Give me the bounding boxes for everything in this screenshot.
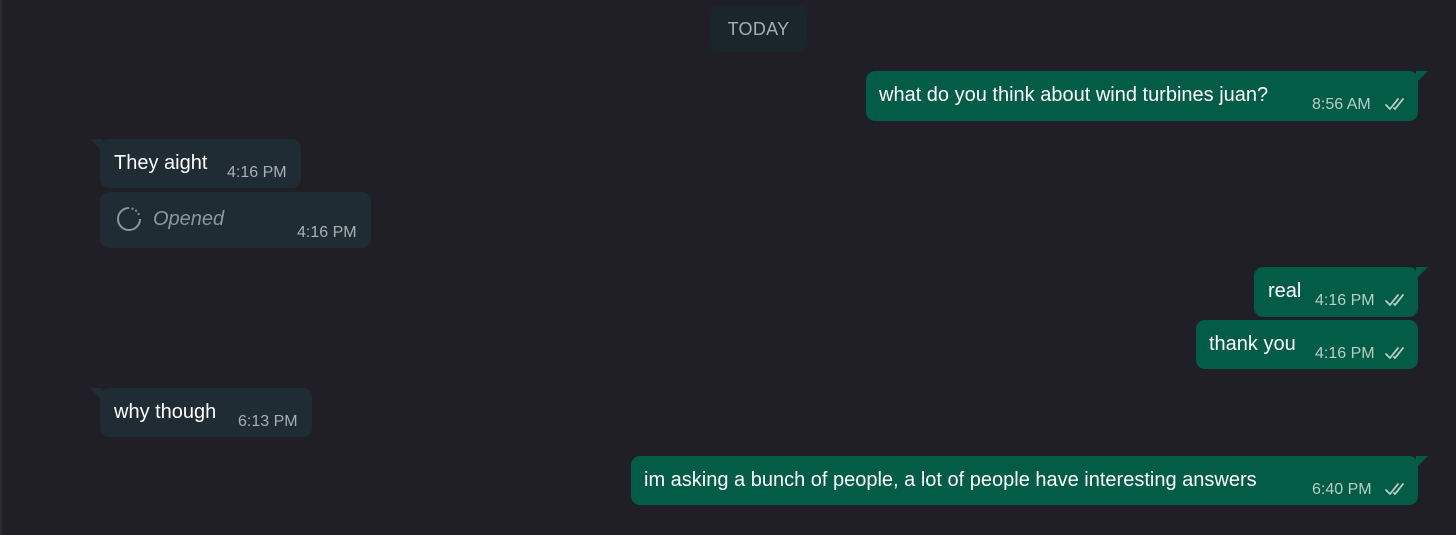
chat-conversation: TODAY what do you think about wind turbi… xyxy=(0,0,1456,535)
message-bubble-outgoing[interactable]: what do you think about wind turbines ju… xyxy=(866,71,1428,121)
bubble-tail xyxy=(1416,456,1428,468)
message-text: im asking a bunch of people, a lot of pe… xyxy=(644,469,1257,491)
message-time: 4:16 PM xyxy=(1315,292,1375,309)
panel-divider xyxy=(0,0,2,535)
message-time: 4:16 PM xyxy=(227,164,287,181)
bubble-tail xyxy=(90,388,102,400)
double-check-icon xyxy=(1385,294,1404,306)
message-text: why though xyxy=(114,401,217,423)
view-once-opened-icon xyxy=(117,207,141,231)
double-check-icon xyxy=(1385,347,1404,359)
message-time: 6:13 PM xyxy=(238,413,298,430)
message-time: 4:16 PM xyxy=(1315,345,1375,362)
message-bubble-outgoing[interactable]: thank you 4:16 PM xyxy=(1196,320,1418,369)
message-time: 6:40 PM xyxy=(1312,481,1372,498)
bubble-tail xyxy=(90,139,102,151)
message-text: what do you think about wind turbines ju… xyxy=(879,84,1269,106)
double-check-icon xyxy=(1385,98,1404,110)
view-once-bubble[interactable]: Opened 4:16 PM xyxy=(100,192,371,248)
message-text: They aight xyxy=(114,152,208,174)
message-bubble-outgoing[interactable]: real 4:16 PM xyxy=(1254,267,1428,317)
message-bubble-incoming[interactable]: They aight 4:16 PM xyxy=(90,139,301,188)
message-bubble-incoming[interactable]: why though 6:13 PM xyxy=(90,388,312,437)
bubble-tail xyxy=(1416,71,1428,83)
double-check-icon xyxy=(1385,483,1404,495)
message-time: 4:16 PM xyxy=(297,224,357,241)
message-time: 8:56 AM xyxy=(1312,96,1371,113)
bubble-tail xyxy=(1416,267,1428,279)
date-separator: TODAY xyxy=(710,6,807,52)
message-text: real xyxy=(1268,280,1302,302)
message-text: thank you xyxy=(1209,333,1296,355)
message-bubble-outgoing[interactable]: im asking a bunch of people, a lot of pe… xyxy=(631,456,1428,505)
view-once-status: Opened xyxy=(153,208,225,230)
